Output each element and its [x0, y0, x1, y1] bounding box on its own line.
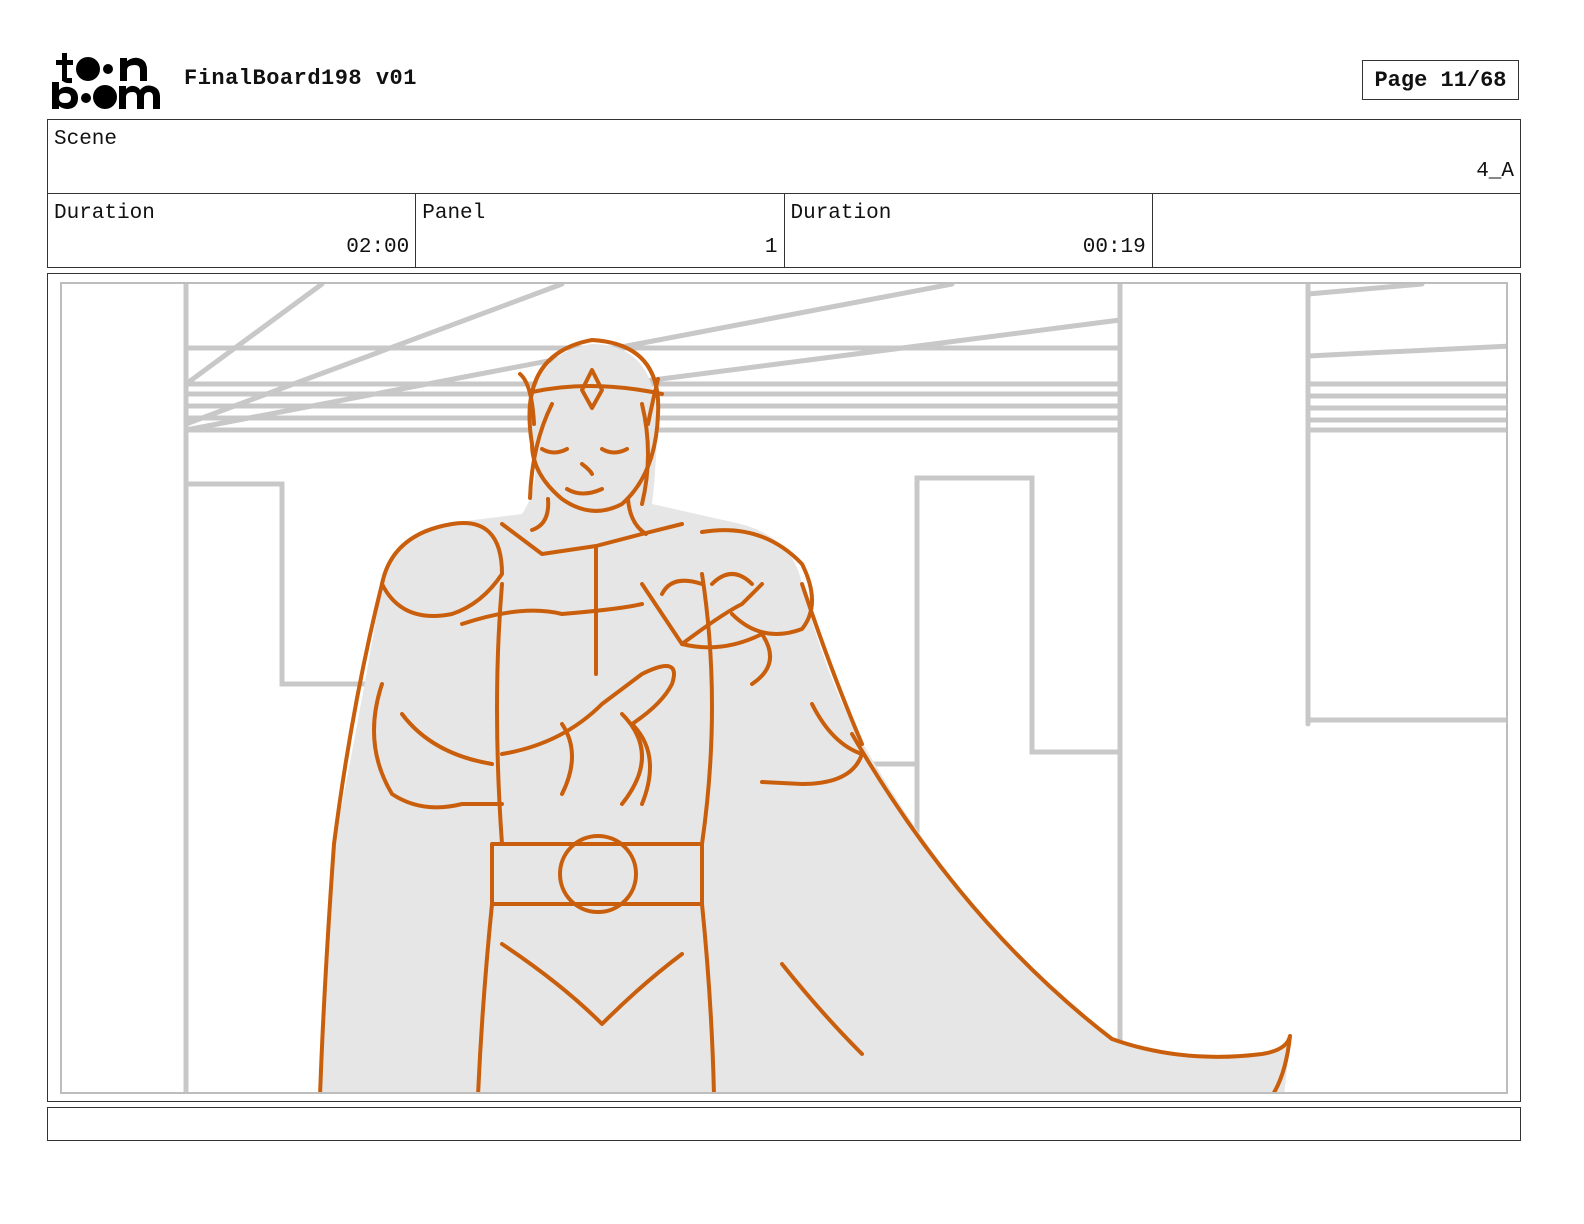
- toonboom-logo: [50, 50, 164, 112]
- scene-label: Scene: [54, 128, 118, 151]
- scene-value: 4_A: [1476, 160, 1514, 183]
- scene-row: Scene 4_A: [48, 120, 1520, 194]
- fields-row: Duration 02:00 Panel 1 Duration 00:19: [48, 194, 1520, 267]
- duration-value: 02:00: [346, 236, 410, 259]
- storyboard-panel-image: [60, 282, 1508, 1094]
- panel-duration-label: Duration: [790, 202, 892, 225]
- panel-label: Panel: [422, 202, 486, 225]
- storyboard-panel-frame: [47, 273, 1521, 1102]
- character-fill: [320, 344, 1290, 1092]
- duration-label: Duration: [54, 202, 155, 225]
- panel-duration-cell: Duration 00:19: [785, 194, 1153, 267]
- page-indicator: Page 11/68: [1362, 60, 1519, 100]
- notes-box: [47, 1107, 1521, 1141]
- page-number: Page 11/68: [1374, 67, 1507, 93]
- panel-duration-value: 00:19: [1082, 236, 1146, 259]
- empty-cell: [1153, 194, 1520, 267]
- document-title: FinalBoard198 v01: [184, 66, 417, 91]
- panel-cell: Panel 1: [416, 194, 785, 267]
- panel-value: 1: [764, 236, 778, 259]
- storyboard-sketch-illustration: [183, 284, 1506, 1092]
- panel-info-table: Scene 4_A Duration 02:00 Panel 1 Duratio…: [47, 119, 1521, 268]
- sequence-duration-cell: Duration 02:00: [48, 194, 417, 267]
